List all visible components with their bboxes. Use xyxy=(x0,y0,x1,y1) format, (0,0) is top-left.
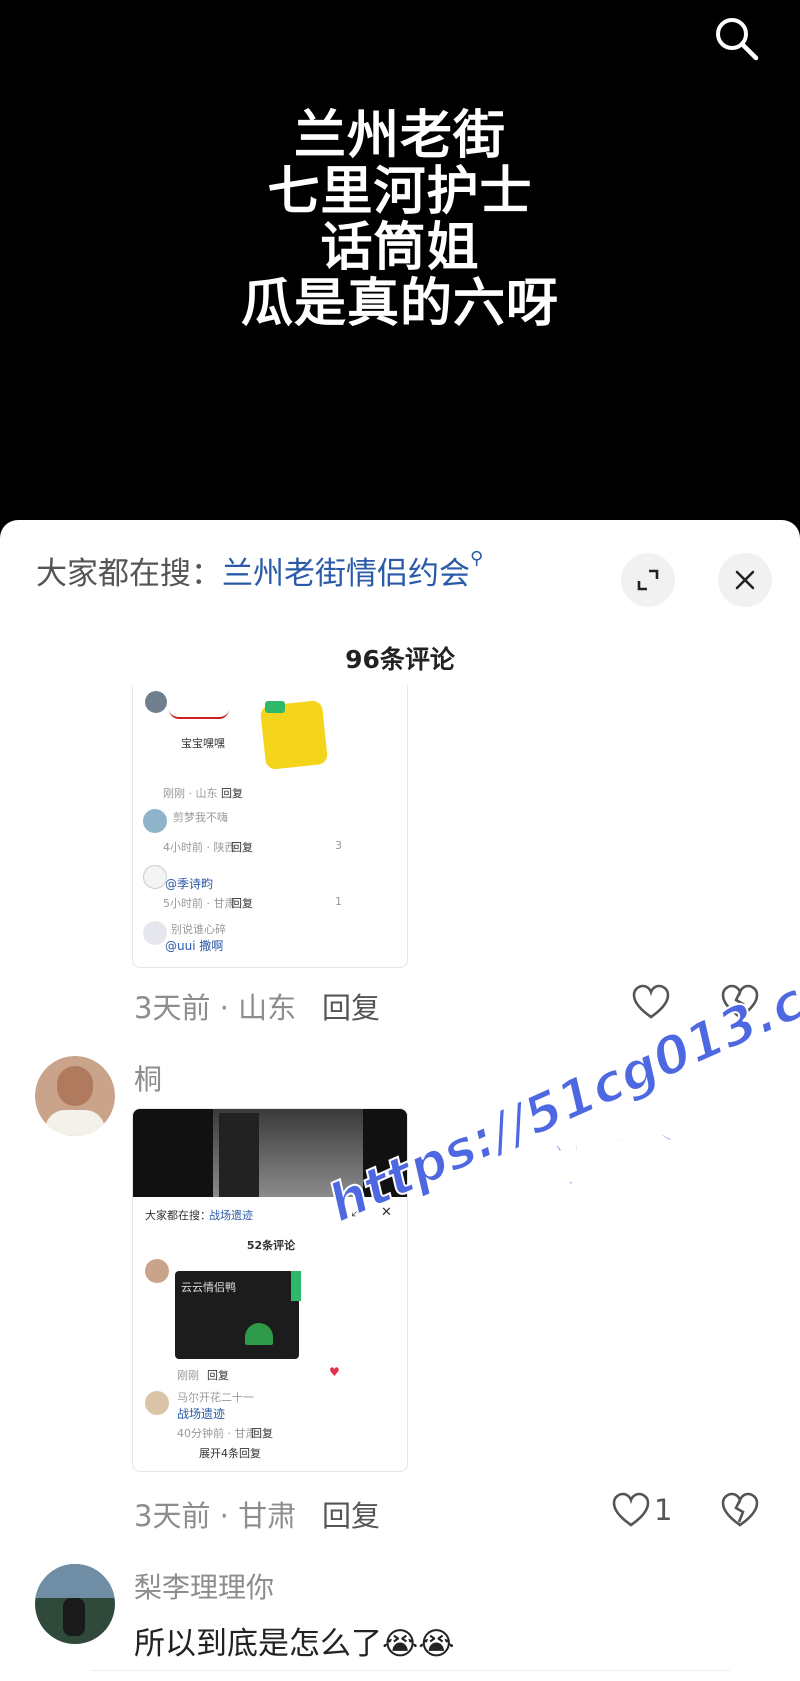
comment-image[interactable]: 宝宝嘿嘿 刚刚 · 山东 回复 剪梦我不嗨 4小时前 · 陕西 回复 3 @季诗… xyxy=(132,685,408,968)
commenter-name[interactable]: 梨李理理你 xyxy=(134,1566,274,1606)
dislike-icon[interactable] xyxy=(721,1492,759,1528)
thumb-text: 剪梦我不嗨 xyxy=(173,811,228,824)
suggest-query[interactable]: 兰州老街情侣约会 xyxy=(222,556,470,592)
thumb-text: 大家都在搜： xyxy=(145,1209,211,1222)
thumb-text: 战场遗迹 xyxy=(177,1407,226,1421)
thumb-text: 回复 xyxy=(231,841,253,854)
small-search-icon: ⚲ xyxy=(470,548,484,569)
green-tag xyxy=(265,701,285,713)
video-area[interactable]: 兰州老街 七里河护士 话筒姐 瓜是真的六呀 xyxy=(0,0,800,540)
caption-line: 瓜是真的六呀 xyxy=(240,274,559,334)
divider xyxy=(90,1670,730,1674)
thumb-text: 回复 xyxy=(251,1427,273,1440)
thumb-text: 马尔开花二十一 xyxy=(177,1391,254,1404)
close-button[interactable] xyxy=(718,553,772,607)
green-tag xyxy=(291,1271,301,1301)
thumb-text: 展开4条回复 xyxy=(199,1447,261,1460)
avatar[interactable] xyxy=(35,1564,115,1644)
thumb-text: @季诗畇 xyxy=(165,877,214,891)
thumb-text: 宝宝嘿嘿 xyxy=(181,737,225,750)
video-caption: 兰州老街 七里河护士 话筒姐 瓜是真的六呀 xyxy=(0,108,800,332)
expand-icon: ⤢ xyxy=(351,1205,362,1220)
heart-icon[interactable] xyxy=(632,984,670,1020)
dislike-icon[interactable] xyxy=(721,984,759,1020)
heart-icon: ♥ xyxy=(329,1365,340,1379)
thumb-text: 52条评论 xyxy=(246,1239,296,1252)
thumb-text: 云云情侣鸭 xyxy=(181,1281,236,1294)
video-frame xyxy=(133,1109,407,1197)
heart-icon[interactable] xyxy=(612,1492,650,1528)
reply-button[interactable]: 回复 xyxy=(322,985,380,1027)
avatar xyxy=(143,921,167,945)
expand-button[interactable] xyxy=(621,553,675,607)
avatar xyxy=(145,1259,169,1283)
comment-count: 96条评论 xyxy=(345,645,455,674)
thumb-text: 3 xyxy=(335,839,342,852)
thumb-text: 刚刚 · 山东 xyxy=(163,787,218,800)
caption-line: 兰州老街 xyxy=(293,106,506,166)
thumb-text: 回复 xyxy=(231,897,253,910)
thumb-text: 1 xyxy=(335,895,342,908)
caption-line: 话筒姐 xyxy=(320,218,480,278)
like-count: 1 xyxy=(654,1493,673,1527)
thumb-text: 战场遗迹 xyxy=(209,1209,253,1222)
thumb-text: 别说谁心碎 xyxy=(171,923,226,936)
caption-line: 七里河护士 xyxy=(267,162,533,222)
avatar xyxy=(143,865,167,889)
thumb-text: 5小时前 · 甘肃 xyxy=(163,897,236,910)
thumb-text: 40分钟前 · 甘肃 xyxy=(177,1427,257,1440)
commenter-name[interactable]: 桐 xyxy=(134,1058,162,1098)
thumb-text: 刚刚 xyxy=(177,1369,199,1382)
search-icon[interactable] xyxy=(712,14,760,62)
avatar xyxy=(145,1391,169,1415)
thumb-text: 4小时前 · 陕西 xyxy=(163,841,236,854)
inner-screenshot: 云云情侣鸭 xyxy=(175,1271,299,1359)
comment-meta: 3天前 · 山东 xyxy=(134,991,297,1025)
comment-text: 所以到底是怎么了😭😭 xyxy=(134,1626,455,1662)
comment-meta: 3天前 · 甘肃 xyxy=(134,1499,297,1533)
avatar xyxy=(143,809,167,833)
reply-button[interactable]: 回复 xyxy=(322,1493,380,1535)
comment-image[interactable]: 大家都在搜： 战场遗迹 ⤢ ✕ 52条评论 云云情侣鸭 刚刚 回复 ♥ 马尔开花… xyxy=(132,1108,408,1472)
expand-icon xyxy=(637,569,659,591)
avatar xyxy=(145,691,167,713)
search-suggestion[interactable]: 大家都在搜：兰州老街情侣约会⚲ xyxy=(36,548,483,593)
comment-sheet: 大家都在搜：兰州老街情侣约会⚲ 96条评论 宝宝嘿嘿 刚刚 · 山东 回复 剪梦… xyxy=(0,520,800,1681)
thumb-text: 回复 xyxy=(207,1369,229,1382)
thumb-text: 回复 xyxy=(221,787,243,800)
close-icon: ✕ xyxy=(381,1205,392,1220)
watermelon-icon xyxy=(245,1323,273,1345)
red-scribble xyxy=(169,709,229,719)
suggest-label: 大家都在搜： xyxy=(36,556,222,592)
thumb-text: @uui 撒啊 xyxy=(165,939,224,953)
close-icon xyxy=(735,570,755,590)
avatar[interactable] xyxy=(35,1056,115,1136)
